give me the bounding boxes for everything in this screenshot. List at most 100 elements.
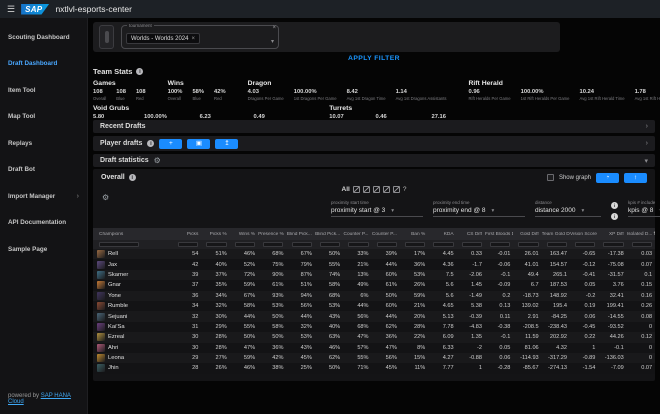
chevron-down-icon[interactable]: ▾ bbox=[271, 38, 274, 45]
role-top-icon[interactable] bbox=[353, 186, 360, 193]
column-header-picks[interactable]: Picks % bbox=[201, 232, 229, 237]
column-header-xp-diff[interactable]: XP Diff bbox=[598, 232, 626, 237]
column-header-vision-score-diff[interactable]: Vision Score Diff bbox=[570, 232, 598, 237]
column-filter-input-vision-score-diff[interactable] bbox=[575, 242, 595, 247]
column-filter-input-counter-p[interactable] bbox=[348, 242, 368, 247]
overall-tab[interactable]: Overall bbox=[101, 174, 125, 181]
column-filter-input-blind-pick[interactable] bbox=[292, 242, 312, 247]
table-row[interactable]: Skarner3937%72%90%87%74%13%60%53%7.5-2.0… bbox=[93, 270, 655, 280]
sidebar-item-map-tool[interactable]: Map Tool bbox=[0, 104, 87, 131]
pie-chart-button[interactable]: ◔ bbox=[596, 173, 619, 183]
filter-drag-handle[interactable] bbox=[99, 25, 114, 49]
sort-icon[interactable]: ⇅ bbox=[653, 231, 655, 237]
sidebar-item-scouting-dashboard[interactable]: Scouting Dashboard bbox=[0, 24, 87, 51]
column-filter-input-team-gold-diff[interactable] bbox=[547, 242, 567, 247]
info-icon[interactable]: i bbox=[611, 202, 618, 209]
column-filter-input-counter-p[interactable] bbox=[377, 242, 397, 247]
column-header-blind-pick[interactable]: Blind Pick... bbox=[286, 232, 314, 237]
info-icon[interactable]: i bbox=[136, 68, 143, 75]
column-filter-input-presence[interactable] bbox=[263, 242, 283, 247]
table-row[interactable]: Gnar3735%59%61%51%58%49%61%26%5.61.45-0.… bbox=[93, 280, 655, 290]
chevron-right-icon[interactable]: › bbox=[646, 123, 648, 130]
role-bot-icon[interactable] bbox=[383, 186, 390, 193]
column-header-kda[interactable]: KDA bbox=[428, 232, 456, 237]
menu-icon[interactable]: ☰ bbox=[7, 4, 15, 15]
column-header-picks[interactable]: Picks bbox=[173, 232, 201, 237]
table-row[interactable]: Rumble3432%58%53%56%53%44%60%21%4.655.38… bbox=[93, 301, 655, 311]
column-header-ban[interactable]: Ban % bbox=[400, 232, 428, 237]
clear-field-icon[interactable]: × bbox=[272, 25, 276, 31]
column-filter-input-first-bloods-diff[interactable] bbox=[490, 242, 510, 247]
column-header-blind-pick[interactable]: Blind Pick... bbox=[315, 232, 343, 237]
column-filter-input-picks[interactable] bbox=[206, 242, 226, 247]
column-header-cs-diff[interactable]: CS Diff bbox=[457, 232, 485, 237]
column-filter-input-gold-diff[interactable] bbox=[518, 242, 538, 247]
sidebar-item-api-documentation[interactable]: API Documentation bbox=[0, 210, 87, 237]
info-icon[interactable]: i bbox=[147, 140, 154, 147]
column-filter-input-cs-diff[interactable] bbox=[462, 242, 482, 247]
upload-draft-button[interactable]: ↥ bbox=[215, 139, 238, 149]
table-row[interactable]: Jhin2826%46%38%25%50%71%45%11%7.771-0.28… bbox=[93, 363, 655, 373]
column-filter-input-blind-pick[interactable] bbox=[320, 242, 340, 247]
table-row[interactable]: Ahri3028%47%36%43%46%57%47%8%6.33-20.058… bbox=[93, 343, 655, 353]
sidebar-item-replays[interactable]: Replays bbox=[0, 130, 87, 157]
dropdown-proximity-end-time[interactable]: proximity end timeproximity end @ 8▾ bbox=[433, 200, 525, 217]
sidebar-item-sample-page[interactable]: Sample Page bbox=[0, 236, 87, 263]
column-header-presence[interactable]: Presence % bbox=[258, 232, 286, 237]
save-draft-button[interactable]: ▣ bbox=[187, 139, 210, 149]
dropdown-distance[interactable]: distancedistance 2000▾ bbox=[535, 200, 601, 217]
dropdown-kpis-include[interactable]: kpis # includekpis @ 8▾ bbox=[628, 200, 660, 217]
role-all-button[interactable]: All bbox=[342, 186, 350, 193]
column-filter-input-isolated-d[interactable] bbox=[632, 242, 652, 247]
chevron-right-icon[interactable]: › bbox=[646, 140, 648, 147]
show-graph-checkbox[interactable] bbox=[547, 174, 554, 181]
column-filter-input-champions[interactable] bbox=[99, 242, 139, 247]
sidebar-item-import-manager[interactable]: Import Manager› bbox=[0, 183, 87, 210]
sidebar-item-draft-dashboard[interactable]: Draft Dashboard bbox=[0, 51, 87, 78]
table-row[interactable]: Sejuani3230%44%50%44%43%56%44%20%5.13-0.… bbox=[93, 311, 655, 321]
column-header-counter-p[interactable]: Counter P... bbox=[372, 232, 400, 237]
player-drafts-section-header[interactable]: Player drafts i + ▣ ↥ › bbox=[93, 136, 655, 151]
table-row[interactable]: Ezreal3028%50%50%53%63%47%36%22%6.091.35… bbox=[93, 332, 655, 342]
column-filter-input-kda[interactable] bbox=[433, 242, 453, 247]
column-filter-input-xp-diff[interactable] bbox=[603, 242, 623, 247]
dropdown-proximity-start-time[interactable]: proximity start timeproximity start @ 3▾ bbox=[331, 200, 423, 217]
champion-name: Ezreal bbox=[108, 334, 124, 340]
recent-drafts-section-header[interactable]: Recent Drafts › bbox=[93, 120, 655, 133]
tournament-select[interactable]: tournament × Worlds - Worlds 2024 × ▾ bbox=[121, 25, 279, 49]
column-filter-input-wins[interactable] bbox=[235, 242, 255, 247]
column-header-isolated-d[interactable]: Isolated D...⇅ bbox=[627, 231, 655, 237]
column-filter-input-ban[interactable] bbox=[405, 242, 425, 247]
column-header-gold-diff[interactable]: Gold Diff bbox=[513, 232, 541, 237]
cell: 43% bbox=[286, 345, 314, 351]
table-row[interactable]: Kai'Sa3129%55%58%32%40%68%62%28%7.78-4.8… bbox=[93, 322, 655, 332]
column-header-wins[interactable]: Wins % bbox=[230, 232, 258, 237]
gear-icon[interactable]: ⚙ bbox=[102, 193, 109, 202]
cell: 0.12 bbox=[627, 334, 655, 340]
role-jungle-icon[interactable] bbox=[363, 186, 370, 193]
role-support-icon[interactable] bbox=[393, 186, 400, 193]
sidebar-item-item-tool[interactable]: Item Tool bbox=[0, 77, 87, 104]
chip-remove-icon[interactable]: × bbox=[191, 36, 195, 42]
chevron-down-icon[interactable]: ▾ bbox=[644, 157, 648, 165]
apply-filter-button[interactable]: APPLY FILTER bbox=[88, 55, 660, 62]
draft-statistics-section-header[interactable]: Draft statistics ⚙ ▾ bbox=[93, 154, 655, 167]
column-header-first-bloods-diff[interactable]: First Bloods Diff bbox=[485, 232, 513, 237]
column-header-champions[interactable]: Champions bbox=[93, 232, 173, 237]
column-filter-input-picks[interactable] bbox=[178, 242, 198, 247]
sidebar-item-draft-bot[interactable]: Draft Bot bbox=[0, 157, 87, 184]
add-draft-button[interactable]: + bbox=[159, 139, 182, 149]
column-header-team-gold-diff[interactable]: Team Gold Diff bbox=[542, 232, 570, 237]
table-row[interactable]: Rell5451%46%68%67%50%33%39%17%4.450.33-0… bbox=[93, 249, 655, 259]
gear-icon[interactable]: ⚙ bbox=[154, 156, 161, 165]
table-row[interactable]: Jax4240%52%75%79%55%21%44%36%4.36-1.7-0.… bbox=[93, 259, 655, 269]
table-row[interactable]: Leona2927%59%42%45%62%55%56%15%4.27-0.88… bbox=[93, 353, 655, 363]
info-icon[interactable]: i bbox=[611, 213, 618, 220]
table-row[interactable]: Yone3634%67%93%94%68%6%50%59%5.6-1.490.2… bbox=[93, 291, 655, 301]
export-button[interactable]: ↑ bbox=[624, 173, 647, 183]
tournament-chip[interactable]: Worlds - Worlds 2024 × bbox=[126, 33, 200, 44]
role-mid-icon[interactable] bbox=[373, 186, 380, 193]
column-header-counter-p[interactable]: Counter P... bbox=[343, 232, 371, 237]
help-icon[interactable]: ? bbox=[403, 186, 407, 193]
info-icon[interactable]: i bbox=[129, 174, 136, 181]
